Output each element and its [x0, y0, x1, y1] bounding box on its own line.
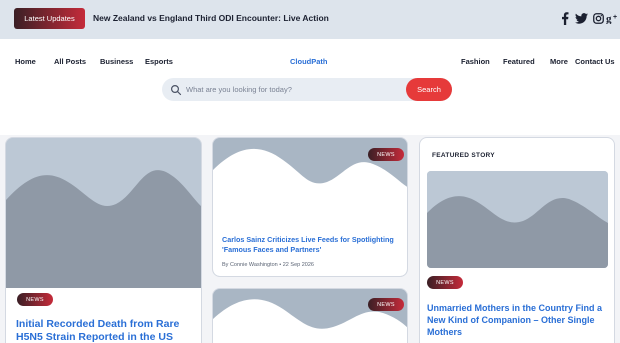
- featured-story-heading: FEATURED STORY: [432, 152, 495, 159]
- nav-featured[interactable]: Featured: [503, 57, 535, 66]
- nav-contact-us[interactable]: Contact Us: [575, 57, 615, 66]
- post-card-1[interactable]: NEWS Initial Recorded Death from Rare H5…: [5, 137, 202, 343]
- news-badge[interactable]: NEWS: [427, 276, 463, 289]
- nav-business[interactable]: Business: [100, 57, 133, 66]
- nav-esports[interactable]: Esports: [145, 57, 173, 66]
- search-bar: Search: [162, 78, 452, 101]
- post-author[interactable]: By Connie Washington: [222, 262, 278, 268]
- nav-home[interactable]: Home: [15, 57, 36, 66]
- nav-more[interactable]: More: [550, 57, 568, 66]
- site-logo[interactable]: CloudPath: [290, 57, 328, 66]
- google-plus-icon[interactable]: g +: [606, 10, 620, 26]
- news-badge[interactable]: NEWS: [17, 293, 53, 306]
- featured-title[interactable]: Unmarried Mothers in the Country Find a …: [427, 302, 609, 338]
- news-badge[interactable]: NEWS: [368, 298, 404, 311]
- facebook-icon[interactable]: [558, 10, 572, 26]
- post-title[interactable]: Initial Recorded Death from Rare H5N5 St…: [16, 318, 196, 343]
- svg-text:+: +: [613, 14, 617, 21]
- post-card-2[interactable]: NEWS Carlos Sainz Criticizes Live Feeds …: [212, 137, 408, 277]
- twitter-icon[interactable]: [574, 10, 588, 26]
- latest-updates-button[interactable]: Latest Updates: [14, 8, 85, 29]
- post-date: 22 Sep 2026: [282, 262, 314, 268]
- post-card-3[interactable]: NEWS: [212, 288, 408, 343]
- search-icon: [170, 83, 182, 96]
- featured-image-placeholder[interactable]: [427, 171, 608, 268]
- nav-fashion[interactable]: Fashion: [461, 57, 490, 66]
- post-image-placeholder[interactable]: [6, 138, 201, 288]
- svg-text:g: g: [606, 13, 612, 24]
- news-ticker[interactable]: New Zealand vs England Third ODI Encount…: [93, 13, 329, 23]
- post-title[interactable]: Carlos Sainz Criticizes Live Feeds for S…: [222, 235, 402, 254]
- instagram-icon[interactable]: [591, 10, 605, 26]
- featured-story-card: FEATURED STORY NEWS Unmarried Mothers in…: [419, 137, 615, 343]
- nav-all-posts[interactable]: All Posts: [54, 57, 86, 66]
- post-meta: By Connie Washington • 22 Sep 2026: [222, 262, 314, 268]
- news-badge[interactable]: NEWS: [368, 148, 404, 161]
- top-bar: Latest Updates New Zealand vs England Th…: [0, 0, 620, 39]
- search-button[interactable]: Search: [406, 78, 452, 101]
- search-input[interactable]: [186, 78, 406, 101]
